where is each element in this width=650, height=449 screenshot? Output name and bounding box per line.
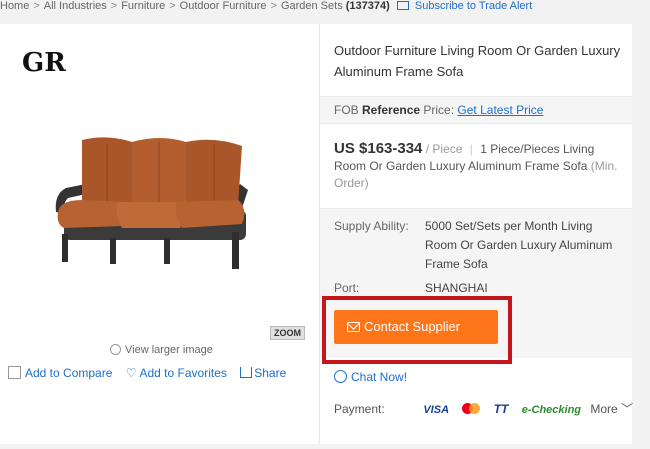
subscribe-trade-alert-link[interactable]: Subscribe to Trade Alert bbox=[415, 0, 532, 12]
mail-icon bbox=[396, 1, 409, 10]
supply-ability-label: Supply Ability: bbox=[334, 219, 409, 233]
tt-icon: TT bbox=[493, 402, 509, 416]
fob-prefix: FOB bbox=[334, 103, 359, 117]
payment-row: Payment: VISA TT e-Checking More ﹀ bbox=[334, 400, 633, 417]
fob-reference: Reference bbox=[362, 103, 421, 117]
fob-price-label: Price: bbox=[423, 103, 455, 117]
product-details: Outdoor Furniture Living Room Or Garden … bbox=[320, 24, 633, 444]
magnifier-icon bbox=[110, 344, 121, 355]
add-to-compare[interactable]: Add to Compare bbox=[8, 366, 112, 380]
compare-checkbox[interactable] bbox=[8, 366, 21, 379]
zoom-badge[interactable]: ZOOM bbox=[270, 326, 305, 340]
contact-supplier-label: Contact Supplier bbox=[364, 319, 461, 334]
contact-supplier-button[interactable]: Contact Supplier bbox=[334, 310, 498, 344]
supply-ability-value: 5000 Set/Sets per Month Living Room Or G… bbox=[425, 219, 613, 271]
add-to-favorites[interactable]: ♡ Add to Favorites bbox=[126, 366, 227, 380]
breadcrumb-garden-sets[interactable]: Garden Sets bbox=[281, 0, 343, 12]
share-icon bbox=[240, 367, 253, 378]
product-title: Outdoor Furniture Living Room Or Garden … bbox=[334, 43, 621, 79]
view-larger-link[interactable]: View larger image bbox=[110, 344, 213, 356]
breadcrumb-home[interactable]: Home bbox=[0, 0, 29, 12]
more-payment-toggle[interactable]: More ﹀ bbox=[590, 402, 633, 416]
share-label: Share bbox=[254, 366, 287, 380]
get-latest-price-link[interactable]: Get Latest Price bbox=[457, 103, 543, 117]
brand-logo: GR bbox=[22, 48, 66, 78]
breadcrumb-all-industries[interactable]: All Industries bbox=[44, 0, 107, 12]
price-block: US $163-334 / Piece | 1 Piece/Pieces Liv… bbox=[334, 140, 626, 192]
product-actions: Add to Compare ♡ Add to Favorites Share bbox=[8, 366, 296, 380]
add-to-favorites-label: Add to Favorites bbox=[139, 366, 227, 380]
chevron-down-icon: ﹀ bbox=[621, 402, 634, 416]
divider: | bbox=[469, 142, 473, 156]
envelope-icon bbox=[347, 322, 360, 332]
breadcrumb: Home > All Industries > Furniture > Outdoor Fu… bbox=[0, 0, 533, 12]
chat-icon bbox=[334, 370, 347, 383]
breadcrumb-count: (137374) bbox=[345, 0, 390, 12]
chat-now-label: Chat Now! bbox=[351, 370, 408, 384]
view-larger-label: View larger image bbox=[125, 344, 213, 356]
breadcrumb-furniture[interactable]: Furniture bbox=[121, 0, 165, 12]
heart-icon: ♡ bbox=[125, 366, 137, 380]
mastercard-icon bbox=[462, 403, 481, 414]
price-unit: / Piece bbox=[425, 142, 463, 156]
visa-icon: VISA bbox=[423, 404, 450, 416]
echecking-icon: e-Checking bbox=[521, 404, 582, 416]
price-value: US $163-334 bbox=[334, 140, 423, 157]
product-gallery: GR ZOOM View larger image Add to Compare… bbox=[0, 24, 320, 444]
add-to-compare-label: Add to Compare bbox=[25, 366, 113, 380]
chat-now-link[interactable]: Chat Now! bbox=[334, 370, 407, 384]
more-label: More bbox=[590, 402, 618, 416]
share-link[interactable]: Share bbox=[240, 366, 286, 380]
fob-price-bar: FOB Reference Price: Get Latest Price bbox=[320, 96, 632, 124]
payment-label: Payment: bbox=[334, 402, 385, 416]
breadcrumb-outdoor-furniture[interactable]: Outdoor Furniture bbox=[180, 0, 267, 12]
port-label: Port: bbox=[334, 281, 360, 295]
product-image[interactable] bbox=[52, 134, 252, 269]
